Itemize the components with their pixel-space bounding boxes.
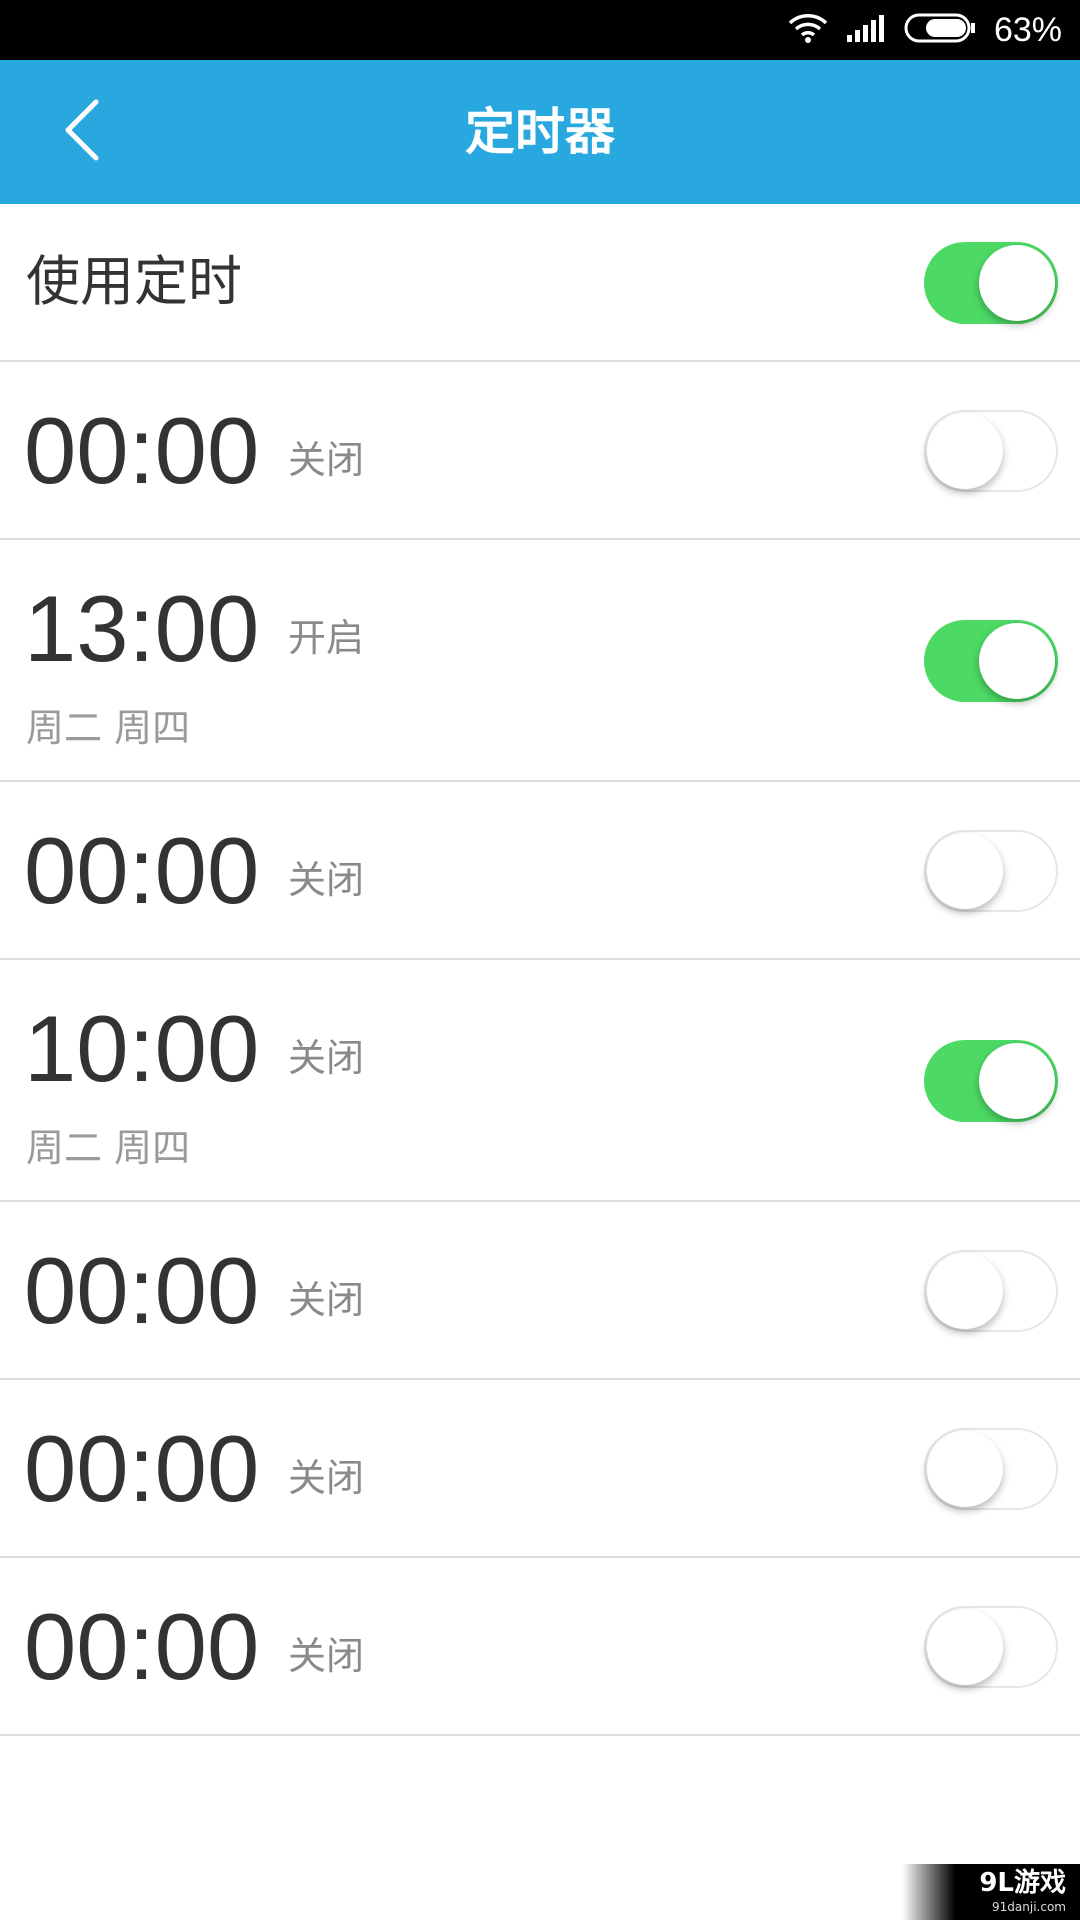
toggle-knob [927, 1431, 1003, 1507]
master-timer-toggle[interactable] [924, 242, 1058, 324]
watermark: 9L游戏 91danji.com [902, 1864, 1080, 1920]
timer-toggle[interactable] [924, 1040, 1058, 1122]
timer-row[interactable]: 00:00 关闭 [0, 1380, 1080, 1558]
timer-row[interactable]: 00:00 关闭 [0, 1202, 1080, 1380]
timer-days: 周二 周四 [26, 1126, 191, 1170]
watermark-url: 91danji.com [992, 1900, 1066, 1914]
timer-state: 开启 [288, 616, 365, 660]
toggle-knob [927, 413, 1003, 489]
timer-time: 10:00 [24, 996, 260, 1101]
status-icons: 63% [788, 0, 1062, 60]
timer-row[interactable]: 00:00 关闭 [0, 362, 1080, 540]
watermark-logo: 9L游戏 [979, 1868, 1066, 1898]
timer-state: 关闭 [288, 1036, 365, 1080]
status-bar: 63% [0, 0, 1080, 60]
timer-state: 关闭 [288, 1456, 365, 1500]
timer-time: 13:00 [24, 576, 260, 681]
toggle-knob [979, 245, 1055, 321]
timer-days: 周二 周四 [26, 706, 191, 750]
timer-row[interactable]: 00:00 关闭 [0, 782, 1080, 960]
page-title: 定时器 [465, 103, 615, 161]
screen: 63% 定时器 使用定时 00:00 关闭 13:00 开启 周二 周四 00:… [0, 0, 1080, 1920]
timer-time: 00:00 [24, 1238, 260, 1343]
timer-state: 关闭 [288, 1278, 365, 1322]
timer-toggle[interactable] [924, 1250, 1058, 1332]
title-bar: 定时器 [0, 60, 1080, 204]
timer-time: 00:00 [24, 398, 260, 503]
timer-toggle[interactable] [924, 830, 1058, 912]
timer-row[interactable]: 13:00 开启 周二 周四 [0, 540, 1080, 782]
timer-list: 00:00 关闭 13:00 开启 周二 周四 00:00 关闭 10:00 关… [0, 362, 1080, 1736]
wifi-icon [788, 13, 828, 47]
toggle-knob [979, 623, 1055, 699]
toggle-knob [927, 833, 1003, 909]
battery-icon [904, 12, 976, 48]
timer-time: 00:00 [24, 1594, 260, 1699]
toggle-knob [979, 1043, 1055, 1119]
timer-toggle[interactable] [924, 1428, 1058, 1510]
timer-state: 关闭 [288, 858, 365, 902]
timer-state: 关闭 [288, 438, 365, 482]
timer-time: 00:00 [24, 818, 260, 923]
timer-toggle[interactable] [924, 620, 1058, 702]
toggle-knob [927, 1253, 1003, 1329]
master-timer-label: 使用定时 [26, 250, 242, 313]
battery-percent: 63% [993, 10, 1062, 49]
signal-icon [846, 13, 886, 47]
master-timer-row: 使用定时 [0, 204, 1080, 362]
timer-time: 00:00 [24, 1416, 260, 1521]
toggle-knob [927, 1609, 1003, 1685]
timer-toggle[interactable] [924, 1606, 1058, 1688]
timer-row[interactable]: 00:00 关闭 [0, 1558, 1080, 1736]
timer-row[interactable]: 10:00 关闭 周二 周四 [0, 960, 1080, 1202]
timer-state: 关闭 [288, 1634, 365, 1678]
timer-toggle[interactable] [924, 410, 1058, 492]
